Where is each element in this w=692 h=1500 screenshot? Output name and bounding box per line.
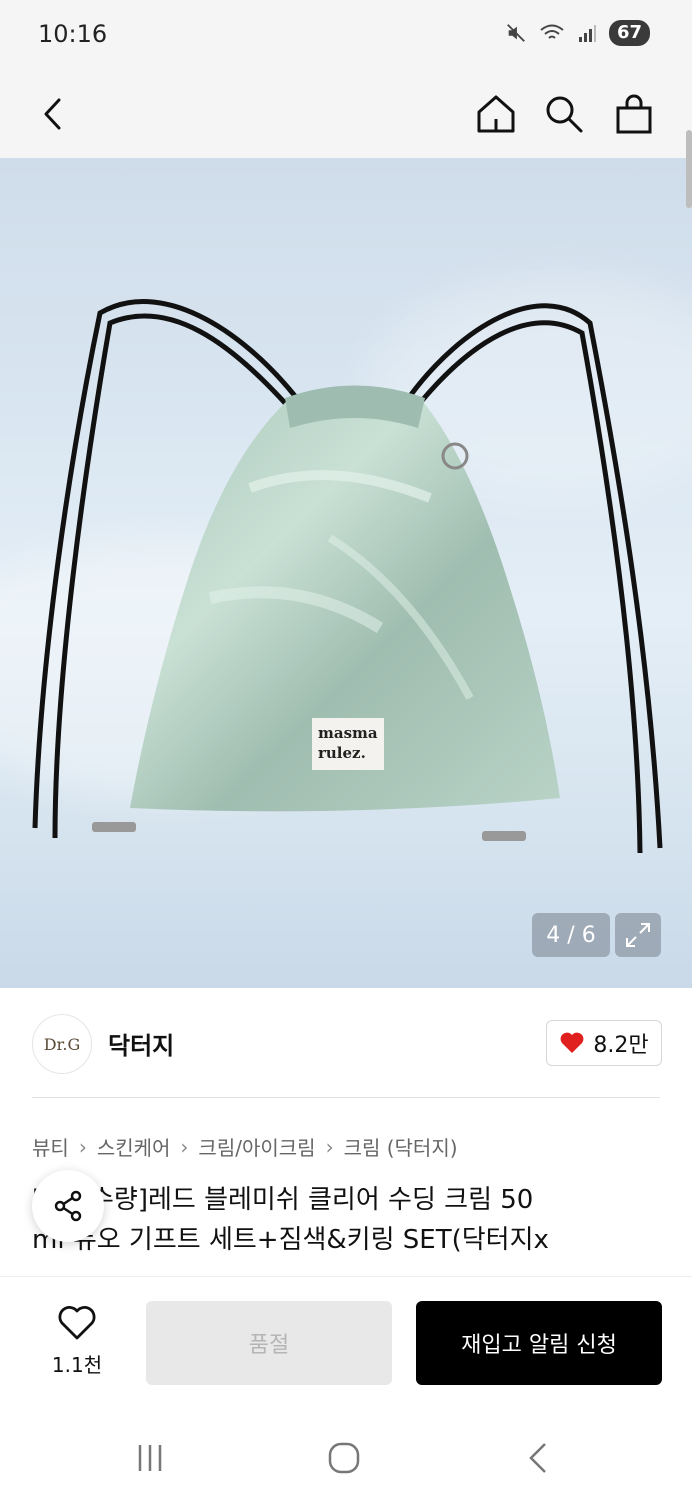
- share-icon: [54, 1190, 82, 1222]
- expand-image-button[interactable]: [615, 913, 661, 957]
- back-arrow-icon: [44, 98, 61, 130]
- heart-outline-icon: [58, 1306, 96, 1340]
- home-button[interactable]: [466, 84, 526, 144]
- brand-row: Dr.G 닥터지 8.2만: [0, 990, 692, 1098]
- breadcrumb-item[interactable]: 스킨케어: [97, 1132, 171, 1161]
- soldout-button: 품절: [146, 1301, 392, 1385]
- home-nav-button[interactable]: [314, 1436, 374, 1480]
- back-nav-button[interactable]: [508, 1436, 568, 1480]
- recents-button[interactable]: [120, 1436, 180, 1480]
- search-button[interactable]: [534, 84, 594, 144]
- shopping-bag-icon: [616, 94, 652, 134]
- product-title: [한정수량]레드 블레미쉬 클리어 수딩 크림 50 ml 듀오 기프트 세트+…: [32, 1180, 672, 1260]
- back-button[interactable]: [24, 84, 84, 144]
- signal-icon: [578, 25, 596, 42]
- bag-brand-label: masma rulez.: [312, 718, 384, 770]
- battery-indicator: 67: [608, 20, 650, 46]
- divider: [32, 1097, 660, 1098]
- wifi-icon: [540, 24, 564, 39]
- product-image-gallery[interactable]: masma rulez. 4 / 6: [0, 158, 692, 988]
- chevron-right-icon: ›: [180, 1134, 189, 1159]
- wishlist-count: 1.1천: [51, 1353, 103, 1377]
- nav-back-icon: [529, 1443, 546, 1473]
- breadcrumb-item[interactable]: 크림 (닥터지): [344, 1132, 458, 1161]
- bag-label-line2: rulez.: [318, 744, 366, 762]
- wishlist-button[interactable]: 1.1천: [40, 1305, 114, 1378]
- product-title-line2: ml 듀오 기프트 세트+짐색&키링 SET(닥터지x: [32, 1225, 549, 1255]
- brand-like-count: 8.2만: [593, 1033, 649, 1058]
- image-page-counter: 4 / 6: [532, 913, 610, 957]
- brand-like-button[interactable]: 8.2만: [546, 1020, 662, 1066]
- cart-button[interactable]: [604, 84, 664, 144]
- gym-bag-image: [32, 299, 663, 854]
- app-header: [0, 70, 692, 158]
- status-time: 10:16: [38, 20, 108, 48]
- breadcrumb-item[interactable]: 크림/아이크림: [198, 1132, 315, 1161]
- chevron-right-icon: ›: [325, 1134, 334, 1159]
- system-nav-bar: [0, 1416, 692, 1500]
- home-circle-icon: [328, 1442, 360, 1474]
- home-icon: [477, 95, 515, 133]
- search-icon: [546, 96, 583, 133]
- expand-icon: [626, 923, 650, 947]
- restock-alert-button[interactable]: 재입고 알림 신청: [416, 1301, 662, 1385]
- heart-filled-icon: [560, 1032, 584, 1053]
- brand-logo[interactable]: Dr.G: [32, 1014, 92, 1074]
- product-title-line1: [한정수량]레드 블레미쉬 클리어 수딩 크림 50: [32, 1185, 534, 1215]
- chevron-right-icon: ›: [78, 1134, 87, 1159]
- scrollbar[interactable]: [686, 130, 692, 208]
- recents-icon: [138, 1445, 162, 1471]
- breadcrumb: 뷰티 › 스킨케어 › 크림/아이크림 › 크림 (닥터지): [32, 1132, 458, 1161]
- breadcrumb-item[interactable]: 뷰티: [32, 1132, 69, 1161]
- bag-label-line1: masma: [318, 724, 378, 742]
- share-button[interactable]: [32, 1170, 104, 1242]
- bottom-action-bar: 1.1천 품절 재입고 알림 신청: [0, 1276, 692, 1416]
- mute-icon: [507, 24, 525, 42]
- brand-name[interactable]: 닥터지: [108, 1026, 174, 1061]
- status-bar: 10:16 67: [0, 0, 692, 70]
- status-icons: 67: [505, 20, 650, 46]
